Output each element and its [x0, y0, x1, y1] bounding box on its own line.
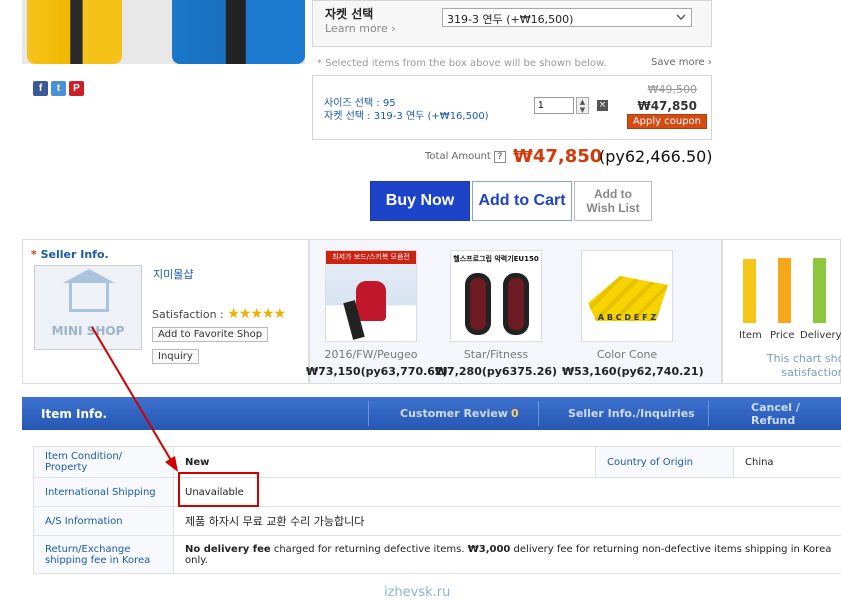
- watermark: izhevsk.ru: [384, 585, 451, 600]
- annotation-arrow: [91, 326, 178, 472]
